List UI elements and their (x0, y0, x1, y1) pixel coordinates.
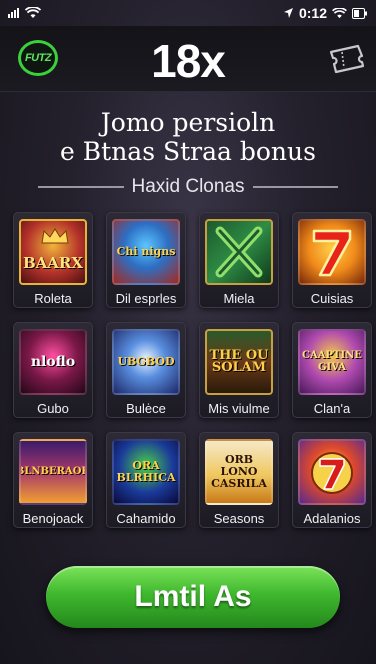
game-label: Seasons (213, 511, 265, 526)
cta-button[interactable]: Lmtil As (46, 566, 340, 628)
status-time: 0:12 (298, 5, 327, 21)
game-thumbnail (298, 439, 366, 505)
game-tile-bulece[interactable]: UBGBOD Bulėce (106, 322, 186, 418)
game-thumbnail: nloflo (19, 329, 87, 395)
location-icon (283, 8, 293, 18)
status-bar: 0:12 (0, 0, 376, 26)
game-label: Dil esprles (115, 291, 177, 306)
x-symbol-icon (215, 226, 263, 278)
game-grid: BAARX Roleta Chi nigns Dil esprles Miela… (13, 212, 372, 528)
app-header: FUTZ 18x (0, 26, 376, 92)
game-tile-roleta[interactable]: BAARX Roleta (13, 212, 93, 308)
game-thumbnail: THE OU SOLAM (205, 329, 273, 395)
game-tile-seasons[interactable]: ORB LONO CASRILA Seasons (199, 432, 279, 528)
lucky-seven-icon (311, 452, 353, 494)
game-tile-miela[interactable]: Miela (199, 212, 279, 308)
game-thumbnail: Chi nigns (112, 219, 180, 285)
game-label: Bulėce (126, 401, 166, 416)
game-label: Cahamido (116, 511, 176, 526)
game-label: Cuisias (310, 291, 354, 306)
headline-line-1: Jomo persioln (100, 108, 276, 137)
game-label: Roleta (34, 291, 72, 306)
game-thumb-text: nloflo (30, 354, 76, 370)
wifi-icon (332, 7, 347, 18)
status-left (8, 7, 41, 19)
game-tile-benojoack[interactable]: BLNBERAOK Benojoack (13, 432, 93, 528)
section-header: Haxid Clonas (38, 176, 338, 198)
game-thumb-text: UBGBOD (117, 355, 175, 368)
game-label: Mis viulme (208, 401, 270, 416)
game-label: Clan'a (313, 401, 351, 416)
crown-icon (41, 228, 69, 244)
status-right: 0:12 (283, 5, 368, 21)
game-label: Benojoack (22, 511, 84, 526)
game-label: Gubo (37, 401, 69, 416)
game-label: Miela (223, 291, 255, 306)
game-tile-cuisias[interactable]: Cuisias (292, 212, 372, 308)
game-tile-dil-esprles[interactable]: Chi nigns Dil esprles (106, 212, 186, 308)
signal-icon (8, 8, 19, 18)
wifi-icon (25, 7, 41, 18)
multiplier-title: 18x (151, 35, 226, 87)
divider-left (38, 186, 124, 188)
game-thumb-text: Chi nigns (116, 245, 176, 258)
promo-headline: Jomo persioln e Btnas Straa bonus (0, 108, 376, 166)
game-label: Adalanios (303, 511, 361, 526)
divider-right (252, 186, 338, 188)
game-tile-cahamido[interactable]: ORA BLRHICA Cahamido (106, 432, 186, 528)
headline-line-2: e Btnas Straa bonus (60, 137, 316, 166)
game-tile-clana[interactable]: CAAPTINE GIVA Clan'a (292, 322, 372, 418)
game-thumbnail: ORB LONO CASRILA (205, 439, 273, 505)
battery-icon (352, 7, 367, 19)
game-tile-adalanios[interactable]: Adalanios (292, 432, 372, 528)
game-thumb-text: BAARX (22, 254, 84, 272)
lucky-seven-icon (312, 229, 352, 277)
game-thumbnail (205, 219, 273, 285)
game-thumbnail: ORA BLRHICA (112, 439, 180, 505)
game-thumbnail: BLNBERAOK (19, 439, 87, 505)
game-thumb-text: ORA BLRHICA (116, 459, 176, 484)
game-thumbnail: BAARX (19, 219, 87, 285)
game-thumb-text: THE OU SOLAM (209, 348, 269, 375)
game-tile-gubo[interactable]: nloflo Gubo (13, 322, 93, 418)
game-thumbnail: CAAPTINE GIVA (298, 329, 366, 395)
game-thumb-text: BLNBERAOK (19, 466, 87, 477)
game-thumbnail: UBGBOD (112, 329, 180, 395)
section-title: Haxid Clonas (131, 176, 245, 197)
ticket-icon[interactable] (328, 42, 366, 74)
game-tile-mis-viulme[interactable]: THE OU SOLAM Mis viulme (199, 322, 279, 418)
game-thumb-text: ORB LONO CASRILA (211, 453, 267, 490)
game-thumbnail (298, 219, 366, 285)
game-thumb-text: CAAPTINE GIVA (302, 350, 362, 373)
